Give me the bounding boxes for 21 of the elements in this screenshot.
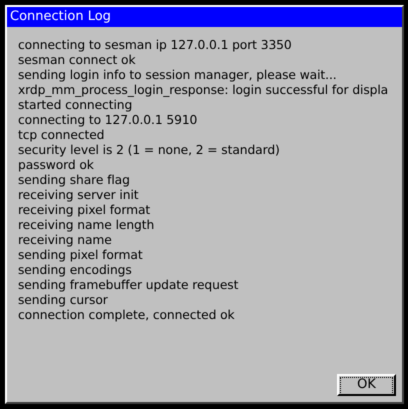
- log-line: sending framebuffer update request: [18, 278, 240, 293]
- log-line: started connecting: [18, 98, 134, 113]
- log-line: connecting to 127.0.0.1 5910: [18, 113, 198, 128]
- log-line: tcp connected: [18, 128, 106, 143]
- log-line: receiving name: [18, 233, 113, 248]
- log-line: receiving pixel format: [18, 203, 152, 218]
- log-line: sending login info to session manager, please wait...: [18, 68, 338, 83]
- log-line: sending share flag: [18, 173, 131, 188]
- log-line: receiving server init: [18, 188, 140, 203]
- log-line: security level is 2 (1 = none, 2 = standard): [18, 143, 281, 158]
- window-title: Connection Log: [7, 7, 402, 27]
- log-line: sending cursor: [18, 293, 109, 308]
- log-line: connection complete, connected ok: [18, 308, 236, 323]
- log-line: receiving name length: [18, 218, 156, 233]
- log-line: sesman connect ok: [18, 53, 136, 68]
- log-line: xrdp_mm_process_login_response: login successful for displa: [18, 83, 390, 98]
- log-line: password ok: [18, 158, 95, 173]
- log-line: sending encodings: [18, 263, 133, 278]
- ok-button[interactable]: OK: [337, 374, 396, 396]
- log-line: connecting to sesman ip 127.0.0.1 port 3350: [18, 38, 293, 53]
- log-line: sending pixel format: [18, 248, 144, 263]
